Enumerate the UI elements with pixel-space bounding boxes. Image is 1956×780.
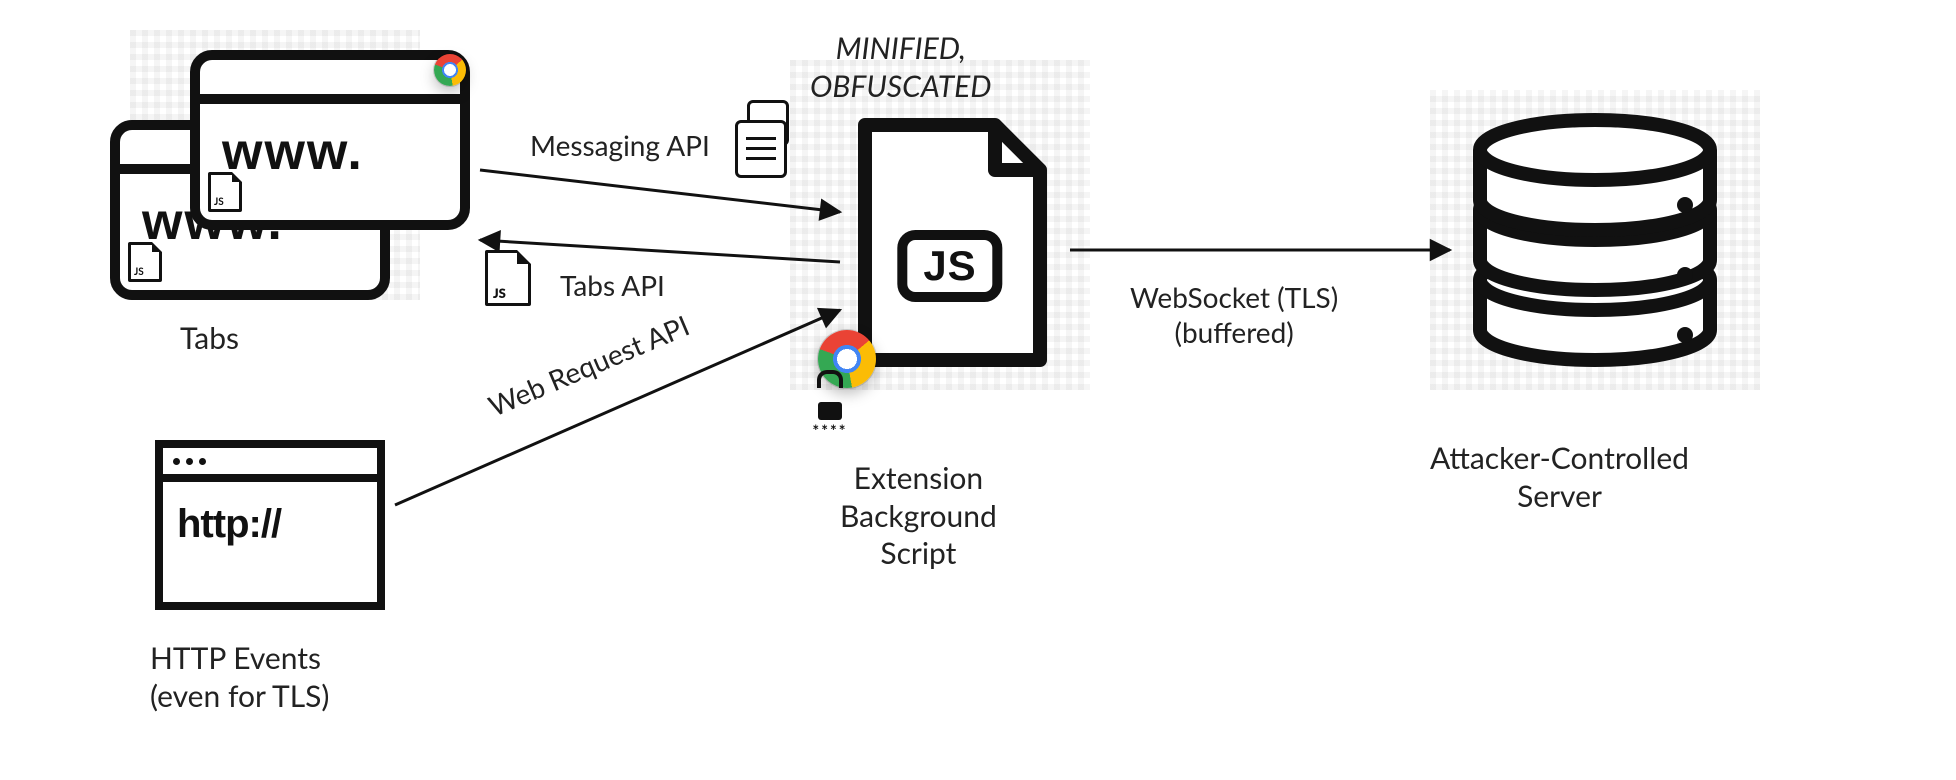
js-file-badge-icon [208,172,242,212]
tabs-window-front: www. [190,50,470,230]
js-file-icon [485,250,531,306]
arrow-messaging [480,170,840,212]
tabs-label: Tabs [180,320,239,358]
extension-label: Extension Background Script [840,460,997,573]
extension-js-badge: JS [897,230,1002,302]
js-file-badge-icon [128,242,162,282]
edge-messaging-label: Messaging API [530,128,710,163]
chrome-logo-icon [434,54,466,86]
lock-stars: **** [810,422,850,441]
http-window: http:// [155,440,385,610]
server-icon [1460,110,1730,370]
extension-header: MINIFIED, OBFUSCATED [810,30,992,105]
edge-web-request-label: Web Request API [483,308,694,424]
lock-icon: **** [810,370,850,420]
document-stack-icon [735,100,795,170]
server-label: Attacker-Controlled Server [1430,440,1689,515]
diagram-stage: www. www. Tabs http:// HTTP Events (even… [0,0,1956,780]
http-label: HTTP Events (even for TLS) [150,640,329,715]
edge-tabs-api-label: Tabs API [560,268,665,303]
extension-file-icon: JS [845,115,1055,375]
arrow-tabs-api [480,240,840,262]
http-window-text: http:// [163,482,377,559]
edge-websocket-label: WebSocket (TLS) (buffered) [1130,280,1338,350]
